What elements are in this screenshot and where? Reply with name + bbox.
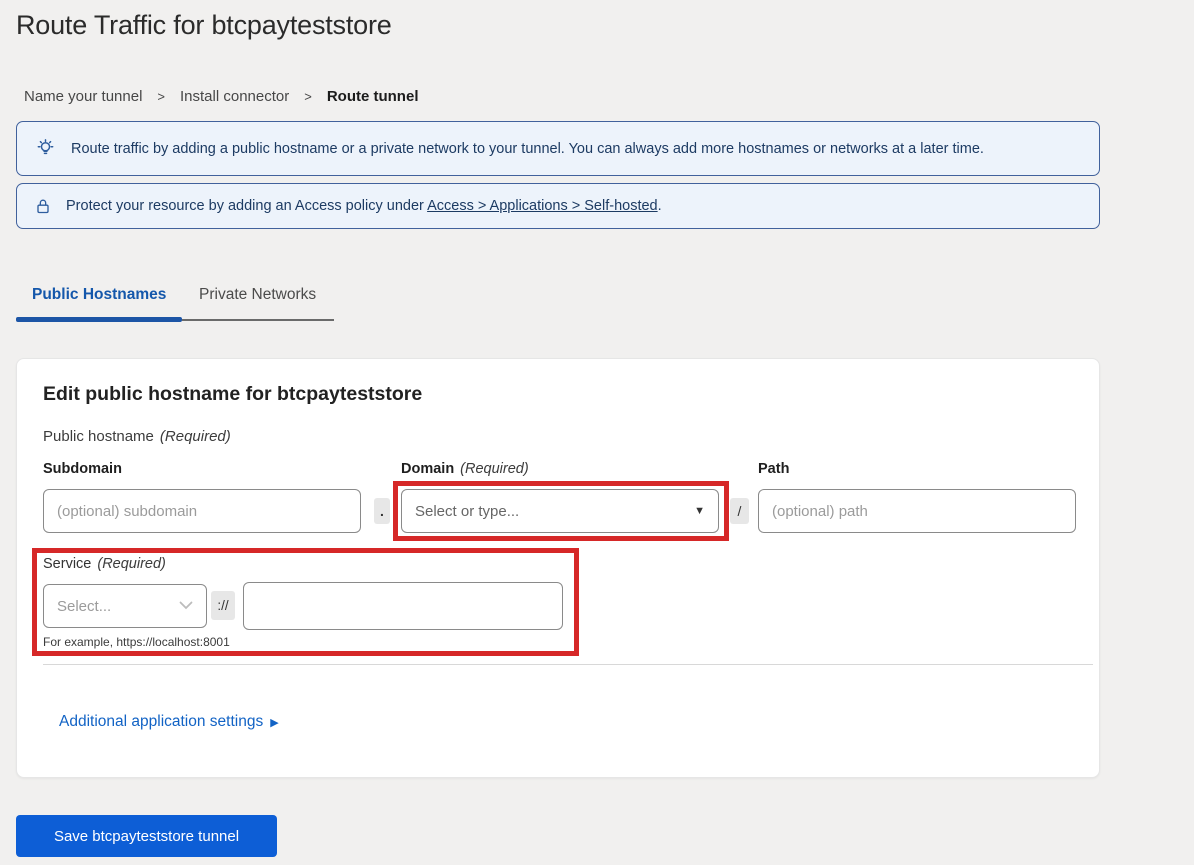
banner-text-before: Protect your resource by adding an Acces… [66,198,427,214]
scheme-separator: :// [211,591,235,620]
subdomain-label: Subdomain [43,461,122,477]
required-indicator: (Required) [97,556,166,572]
banner-text-after: . [658,198,662,214]
lock-icon [35,197,51,216]
access-applications-link[interactable]: Access > Applications > Self-hosted [427,198,658,214]
domain-label-text: Domain [401,461,454,477]
banner-text: Route traffic by adding a public hostnam… [71,141,984,157]
breadcrumb-separator: > [304,89,312,104]
breadcrumb: Name your tunnel > Install connector > R… [24,88,418,105]
info-banner-route-traffic: Route traffic by adding a public hostnam… [16,121,1100,176]
banner-text: Protect your resource by adding an Acces… [66,198,662,214]
service-label: Service (Required) [43,556,166,572]
domain-select[interactable]: Select or type... ▼ [401,489,719,533]
save-tunnel-button[interactable]: Save btcpayteststore tunnel [16,815,277,857]
path-input[interactable] [758,489,1076,533]
breadcrumb-separator: > [157,89,165,104]
breadcrumb-step-install-connector[interactable]: Install connector [180,88,289,105]
card-divider [43,664,1093,665]
tab-divider-line [182,319,334,321]
section-label-text: Public hostname [43,428,154,445]
domain-select-value: Select or type... [415,503,519,520]
service-hint: For example, https://localhost:8001 [43,635,230,649]
additional-settings-label: Additional application settings [59,713,263,731]
card-title: Edit public hostname for btcpayteststore [43,383,422,406]
route-traffic-page: Route Traffic for btcpayteststore Name y… [0,0,1194,865]
tab-private-networks[interactable]: Private Networks [199,286,316,304]
lightbulb-icon [35,138,56,159]
edit-public-hostname-card: Edit public hostname for btcpayteststore… [16,358,1100,778]
dot-separator: . [374,498,390,524]
service-label-text: Service [43,556,91,572]
path-label: Path [758,461,789,477]
tab-public-hostnames[interactable]: Public Hostnames [32,286,166,304]
domain-label: Domain (Required) [401,461,529,477]
required-indicator: (Required) [160,428,231,445]
service-type-select[interactable]: Select... [43,584,207,628]
info-banner-access-policy: Protect your resource by adding an Acces… [16,183,1100,229]
additional-application-settings-link[interactable]: Additional application settings ▶ [59,713,279,731]
slash-separator: / [730,498,749,524]
subdomain-input[interactable] [43,489,361,533]
service-type-select-value: Select... [57,598,111,615]
public-hostname-section-label: Public hostname (Required) [43,428,231,445]
arrow-right-icon: ▶ [270,716,278,729]
chevron-down-icon: ▼ [694,505,705,517]
breadcrumb-step-route-tunnel: Route tunnel [327,88,419,105]
active-tab-indicator [16,317,182,322]
page-title: Route Traffic for btcpayteststore [16,10,392,41]
chevron-down-icon [179,597,193,615]
required-indicator: (Required) [460,461,529,477]
service-url-input[interactable] [243,582,563,630]
breadcrumb-step-name-your-tunnel[interactable]: Name your tunnel [24,88,142,105]
